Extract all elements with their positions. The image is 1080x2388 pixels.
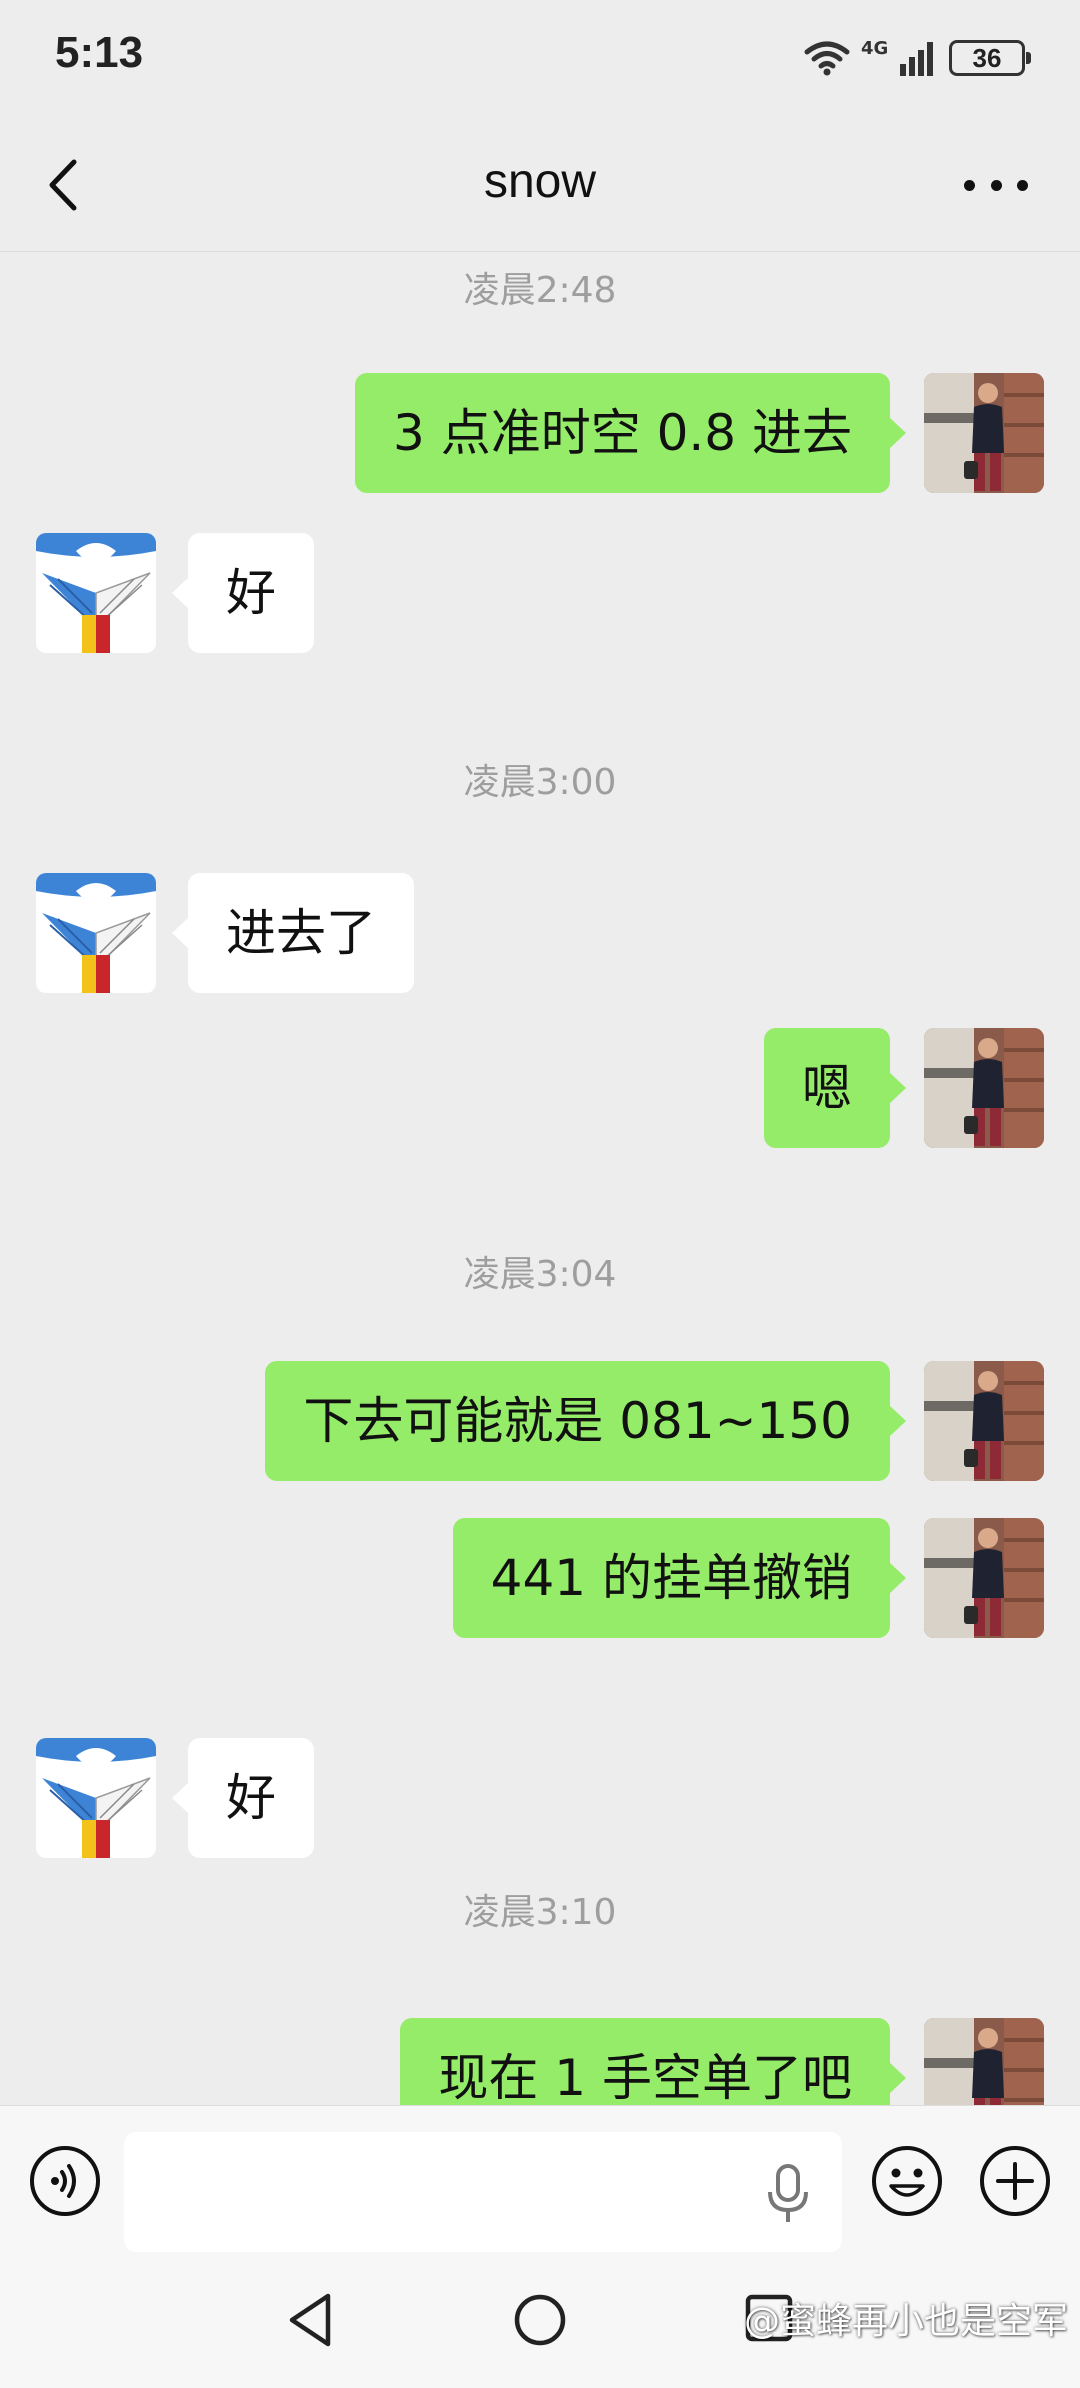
status-icons: 4G 36	[803, 36, 1031, 80]
my-avatar[interactable]	[924, 1361, 1044, 1481]
mic-icon[interactable]	[765, 2164, 811, 2224]
battery-icon: 36	[949, 40, 1031, 76]
nav-home-button[interactable]	[512, 2292, 568, 2348]
chat-title: snow	[483, 155, 597, 208]
voice-button[interactable]	[28, 2144, 102, 2218]
received-message-bubble[interactable]: 进去了	[172, 873, 414, 993]
my-avatar[interactable]	[924, 1028, 1044, 1148]
contact-avatar[interactable]	[36, 533, 156, 653]
sent-message-bubble[interactable]: 441 的挂单撤销	[452, 1518, 907, 1638]
message-timestamp: 凌晨2:48	[463, 270, 617, 311]
message-timestamp: 凌晨3:10	[463, 1892, 617, 1933]
wifi-icon	[803, 40, 851, 76]
message-input[interactable]	[124, 2132, 842, 2252]
battery-level: 36	[972, 42, 1002, 73]
message-timestamp: 凌晨3:00	[463, 762, 617, 803]
nav-back-button[interactable]	[282, 2288, 338, 2352]
emoji-button[interactable]	[870, 2144, 944, 2218]
watermark: @蜜蜂再小也是空军	[743, 2301, 1068, 2342]
status-bar: 5:13 4G 36	[0, 0, 1080, 120]
contact-avatar[interactable]	[36, 873, 156, 993]
my-avatar[interactable]	[924, 2018, 1044, 2105]
chat-messages[interactable]: 凌晨2:48 3 点准时空 0.8 进去好凌晨3:00 进去了嗯凌晨3:04 下去可能…	[0, 253, 1080, 2105]
my-avatar[interactable]	[924, 373, 1044, 493]
more-dots-icon	[964, 179, 975, 191]
add-button[interactable]	[978, 2144, 1052, 2218]
sent-message-bubble[interactable]: 下去可能就是 081~150	[265, 1361, 906, 1481]
contact-avatar[interactable]	[36, 1738, 156, 1858]
received-message-bubble[interactable]: 好	[172, 533, 314, 653]
chat-header: snow	[0, 120, 1080, 252]
input-bar	[0, 2105, 1080, 2260]
voice-icon	[30, 2146, 100, 2216]
received-message-bubble[interactable]: 好	[172, 1738, 314, 1858]
signal-icon	[899, 40, 939, 76]
status-time: 5:13	[55, 28, 144, 77]
emoji-icon	[872, 2146, 942, 2216]
my-avatar[interactable]	[924, 1518, 1044, 1638]
sent-message-bubble[interactable]: 3 点准时空 0.8 进去	[354, 373, 907, 493]
sent-message-bubble[interactable]: 嗯	[764, 1028, 906, 1148]
sent-message-bubble[interactable]: 现在 1 手空单了吧	[400, 2018, 906, 2105]
triangle-back-icon	[289, 2293, 331, 2347]
system-nav-bar: @蜜蜂再小也是空军	[0, 2260, 1080, 2388]
more-button[interactable]	[964, 160, 1028, 210]
circle-home-icon	[514, 2294, 566, 2346]
message-timestamp: 凌晨3:04	[463, 1254, 617, 1295]
network-type: 4G	[861, 38, 889, 59]
plus-icon	[980, 2146, 1050, 2216]
